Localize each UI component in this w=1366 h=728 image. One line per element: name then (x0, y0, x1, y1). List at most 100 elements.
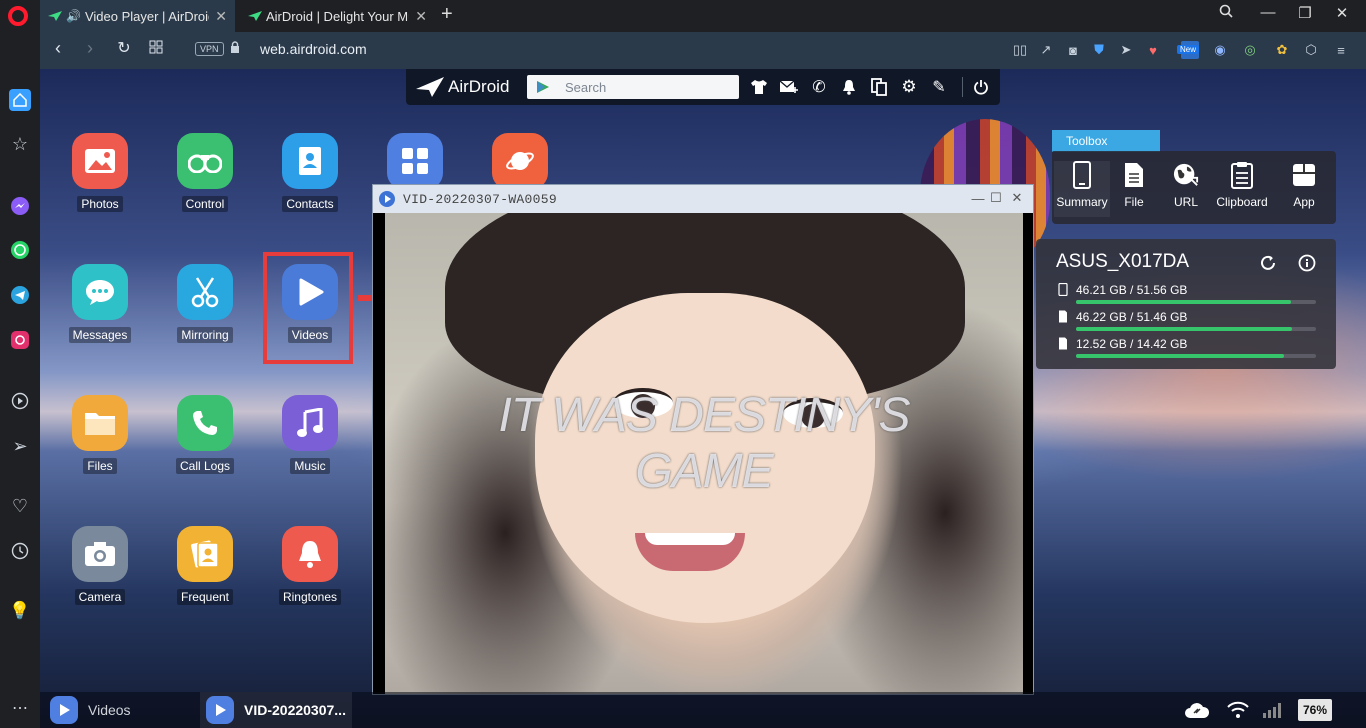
instagram-icon[interactable] (9, 329, 31, 351)
search-tabs-icon[interactable] (1211, 4, 1241, 22)
video-caption: IT WAS DESTINY'S GAME (498, 389, 910, 498)
heart-icon[interactable]: ♥ (1144, 41, 1162, 59)
opera-sidebar: ☆ ➢ ♡ 💡 ⋯ (0, 32, 40, 728)
history-icon[interactable] (9, 540, 31, 562)
toolbox-clipboard[interactable]: Clipboard (1210, 161, 1274, 217)
notification-bell-icon[interactable] (839, 78, 859, 96)
cube-icon[interactable]: ⬡ (1302, 41, 1320, 59)
tab-video-player[interactable]: 🔊 Video Player | AirDroid ✕ (40, 0, 235, 32)
app-label: Music (265, 458, 355, 474)
speaker-icon[interactable]: 🔊 (66, 9, 81, 23)
app-files[interactable]: Files (55, 395, 145, 495)
app-call-logs[interactable]: Call Logs (160, 395, 250, 495)
app-photos[interactable]: Photos (55, 133, 145, 233)
video-frame[interactable]: IT WAS DESTINY'S GAME (385, 213, 1023, 694)
app-frequent[interactable]: Frequent (160, 526, 250, 626)
toolbox-summary[interactable]: Summary (1054, 161, 1110, 217)
settings-gear-icon[interactable]: ⚙ (899, 77, 919, 96)
taskbar-item-videos[interactable]: Videos (50, 692, 131, 728)
whatsapp-icon[interactable] (9, 239, 31, 261)
reader-mode-icon[interactable]: ▯▯ (1011, 41, 1029, 59)
app-label: Photos (55, 196, 145, 212)
vpn-badge[interactable]: VPN (195, 42, 224, 56)
url-field[interactable]: web.airdroid.com (260, 41, 367, 57)
video-close-button[interactable]: ✕ (1008, 189, 1026, 207)
player-icon[interactable] (9, 390, 31, 412)
forward-button[interactable]: › (78, 38, 102, 59)
search-input[interactable] (527, 75, 739, 99)
snapshot-icon[interactable]: ◙ (1064, 41, 1082, 59)
video-window-titlebar[interactable]: VID-20220307-WA0059 — ☐ ✕ (373, 185, 1033, 213)
minimize-button[interactable]: — (1253, 4, 1283, 21)
taskbar-item-video-file[interactable]: VID-20220307... (200, 692, 352, 728)
send-icon[interactable]: ➢ (9, 435, 31, 457)
toolbox-url[interactable]: URL (1158, 161, 1214, 217)
shield-icon[interactable]: ⛊ (1090, 41, 1108, 59)
app-control[interactable]: Control (160, 133, 250, 233)
chrome-extension-icon[interactable]: ◉ (1211, 41, 1229, 59)
cloud-connection-icon[interactable] (1184, 700, 1210, 720)
menu-icon[interactable]: ≡ (1332, 41, 1350, 59)
app-contacts[interactable]: Contacts (265, 133, 355, 233)
airdroid-brand: AirDroid (448, 77, 510, 96)
toolbox-file[interactable]: File (1106, 161, 1162, 217)
toolbox-tab[interactable]: Toolbox (1052, 130, 1160, 152)
close-window-button[interactable]: ✕ (1327, 4, 1357, 22)
scissors-icon (177, 264, 233, 320)
new-message-icon[interactable] (779, 78, 799, 96)
home-icon[interactable] (9, 89, 31, 111)
edit-pencil-icon[interactable]: ✎ (929, 78, 949, 96)
new-tab-button[interactable]: + (441, 3, 453, 26)
close-tab-icon[interactable]: ✕ (415, 8, 427, 25)
bookmarks-heart-icon[interactable]: ♡ (9, 495, 31, 517)
speed-dial-icon[interactable]: ☆ (9, 133, 31, 155)
app-partial-planet[interactable] (475, 133, 565, 185)
tab-airdroid-home[interactable]: AirDroid | Delight Your Mul ✕ (240, 0, 435, 32)
share-icon[interactable]: ↗ (1037, 41, 1055, 59)
airdroid-favicon-icon (48, 11, 62, 21)
video-app-icon (379, 191, 395, 207)
toolbox-app[interactable]: App (1276, 161, 1332, 217)
app-label: Messages (55, 327, 145, 343)
opera-logo-icon[interactable] (8, 6, 28, 26)
video-maximize-button[interactable]: ☐ (987, 189, 1005, 207)
more-icon[interactable]: ⋯ (9, 697, 31, 719)
app-mirroring[interactable]: Mirroring (160, 264, 250, 364)
telegram-icon[interactable] (9, 284, 31, 306)
videos-highlight-box (263, 252, 353, 364)
app-camera[interactable]: Camera (55, 526, 145, 626)
address-bar: ‹ › ↻ VPN web.airdroid.com ▯▯ ↗ ◙ ⛊ ➤ ♥ … (40, 32, 1366, 69)
video-window-title: VID-20220307-WA0059 (403, 192, 557, 207)
color-extension-icon[interactable]: ✿ (1273, 41, 1291, 59)
restore-button[interactable]: ❐ (1290, 4, 1320, 22)
app-music[interactable]: Music (265, 395, 355, 495)
messenger-icon[interactable] (9, 195, 31, 217)
info-icon[interactable] (1298, 254, 1316, 272)
tshirt-icon[interactable] (749, 78, 769, 96)
app-label: Ringtones (265, 589, 355, 605)
reload-icon[interactable]: ↻ (112, 38, 136, 58)
sd-card-icon (1059, 337, 1067, 350)
device-files-icon[interactable] (869, 78, 889, 96)
tab-grid-icon[interactable] (144, 38, 168, 59)
clipboard-icon (1229, 161, 1255, 189)
signal-strength-icon[interactable] (1260, 700, 1286, 720)
app-ringtones[interactable]: Ringtones (265, 526, 355, 626)
performance-icon[interactable]: ◎ (1241, 41, 1259, 59)
phone-icon[interactable]: ✆ (809, 78, 829, 96)
close-tab-icon[interactable]: ✕ (215, 8, 227, 25)
lock-icon[interactable] (230, 41, 240, 53)
power-icon[interactable] (971, 78, 991, 96)
app-box-icon (1291, 161, 1317, 189)
back-button[interactable]: ‹ (46, 38, 70, 59)
app-messages[interactable]: Messages (55, 264, 145, 364)
airdroid-desktop: AirDroid ✆ ⚙ ✎ (40, 69, 1366, 728)
tips-icon[interactable]: 💡 (9, 600, 31, 622)
ringtone-bell-icon (282, 526, 338, 582)
video-minimize-button[interactable]: — (969, 189, 987, 207)
wifi-icon[interactable] (1225, 700, 1251, 720)
toolbar-divider (962, 77, 963, 97)
refresh-icon[interactable] (1259, 254, 1277, 272)
send-icon[interactable]: ➤ (1117, 41, 1135, 59)
video-player-window[interactable]: VID-20220307-WA0059 — ☐ ✕ IT WAS DESTINY… (372, 184, 1034, 695)
